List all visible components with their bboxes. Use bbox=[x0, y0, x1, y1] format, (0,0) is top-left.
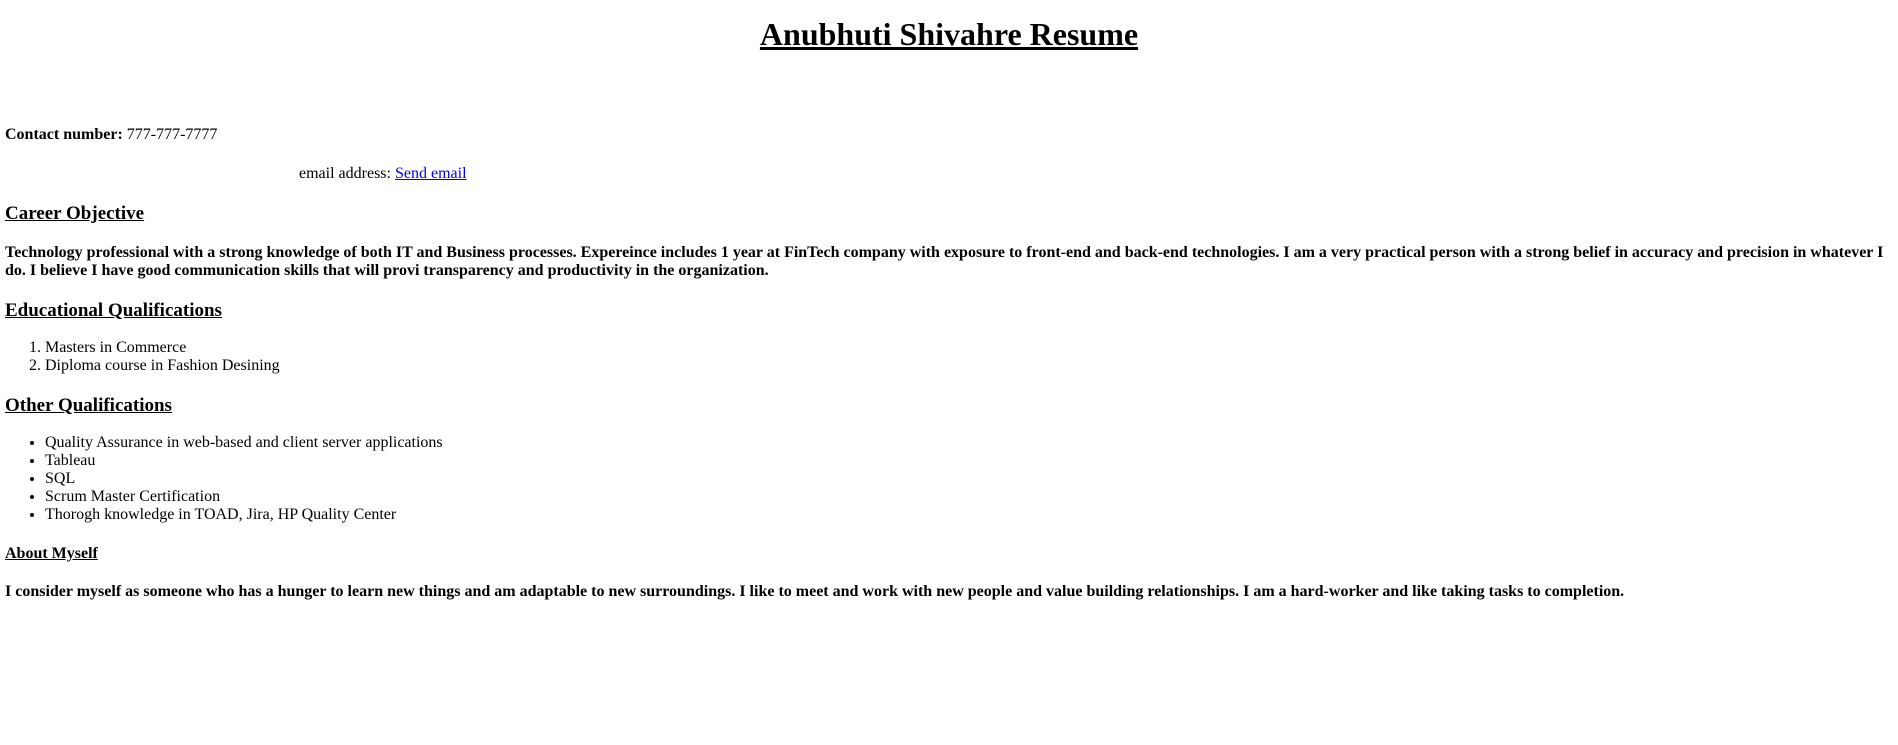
list-item: Quality Assurance in web-based and clien… bbox=[45, 434, 1893, 452]
resume-page: Anubhuti Shivahre Resume Contact number:… bbox=[0, 16, 1898, 601]
list-item: SQL bbox=[45, 470, 1893, 488]
page-title: Anubhuti Shivahre Resume bbox=[759, 16, 1139, 52]
career-objective-heading: Career Objective bbox=[5, 203, 145, 224]
list-item: Diploma course in Fashion Desining bbox=[45, 357, 1893, 375]
educational-qualifications-heading: Educational Qualifications bbox=[5, 300, 222, 321]
email-address-label: email address: bbox=[299, 165, 391, 182]
contact-number-label: Contact number: bbox=[5, 126, 123, 143]
education-list: Masters in Commerce Diploma course in Fa… bbox=[5, 339, 1893, 375]
about-myself-heading: About Myself bbox=[5, 545, 98, 562]
other-qualifications-list: Quality Assurance in web-based and clien… bbox=[5, 434, 1893, 524]
about-myself-text: I consider myself as someone who has a h… bbox=[5, 583, 1625, 600]
email-address: email address: Send email bbox=[299, 164, 1893, 183]
list-item: Thorogh knowledge in TOAD, Jira, HP Qual… bbox=[45, 506, 1893, 524]
send-email-link[interactable]: Send email bbox=[395, 165, 467, 182]
list-item: Masters in Commerce bbox=[45, 339, 1893, 357]
other-qualifications-heading: Other Qualifications bbox=[5, 395, 172, 416]
contact-number-value: 777-777-7777 bbox=[126, 126, 218, 143]
contact-number: Contact number: 777-777-7777 bbox=[5, 125, 1893, 144]
list-item: Scrum Master Certification bbox=[45, 488, 1893, 506]
career-objective-text: Technology professional with a strong kn… bbox=[5, 244, 1884, 279]
list-item: Tableau bbox=[45, 452, 1893, 470]
